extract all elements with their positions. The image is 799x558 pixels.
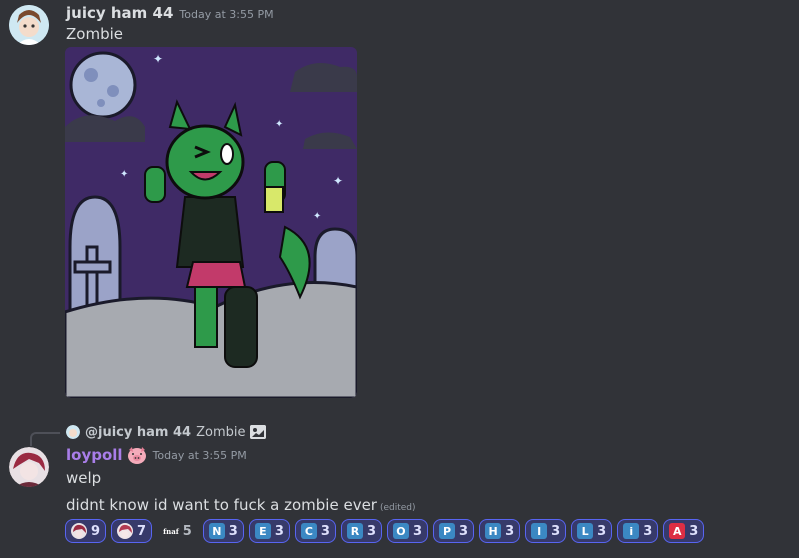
reaction[interactable]: fnaf 5	[157, 519, 198, 543]
avatar-emoji-icon	[117, 523, 134, 539]
reactions-bar: 9 7 fnaf 5 N 3 E 3 C 3 R 3 O 3 P 3 H 3 I…	[65, 519, 705, 543]
username[interactable]: loypoll	[66, 446, 123, 464]
reply-text: Zombie	[196, 424, 246, 440]
regional-indicator-e-icon: E	[254, 523, 271, 539]
reaction[interactable]: R 3	[340, 519, 382, 543]
username[interactable]: juicy ham 44	[66, 4, 173, 22]
reaction-count: 3	[320, 523, 330, 539]
reaction[interactable]: N 3	[202, 519, 244, 543]
reaction[interactable]: P 3	[433, 519, 475, 543]
avatar[interactable]	[9, 447, 49, 487]
reaction[interactable]: H 3	[479, 519, 521, 543]
regional-indicator-n-icon: N	[208, 523, 225, 539]
reaction[interactable]: 9	[65, 519, 107, 543]
reaction-count: 3	[505, 523, 515, 539]
reaction[interactable]: O 3	[386, 519, 429, 543]
reaction[interactable]: E 3	[248, 519, 290, 543]
blood-type-a-icon: A	[669, 523, 686, 539]
reaction-count: 3	[643, 523, 653, 539]
reaction-count: 9	[91, 523, 101, 539]
message-text: Zombie	[66, 25, 123, 43]
svg-text:✦: ✦	[120, 169, 128, 180]
edited-label: (edited)	[379, 503, 416, 513]
reaction-count: 3	[412, 523, 423, 539]
reaction[interactable]: i 3	[617, 519, 659, 543]
message-line: didnt know id want to fuck a zombie ever	[66, 496, 377, 514]
svg-text:✦: ✦	[153, 52, 163, 66]
reaction-count: 3	[366, 523, 376, 539]
image-icon	[250, 425, 267, 439]
reaction[interactable]: L 3	[571, 519, 613, 543]
reaction-count: 5	[182, 523, 192, 539]
reply-avatar	[66, 425, 80, 439]
regional-indicator-c-icon: C	[300, 523, 317, 539]
reaction[interactable]: 7	[111, 519, 153, 543]
pig-face-icon	[127, 446, 147, 464]
reaction-count: 3	[597, 523, 607, 539]
avatar-emoji-icon	[71, 523, 87, 539]
text-emoji-icon: fnaf	[163, 526, 179, 536]
reaction-count: 3	[274, 523, 284, 539]
reaction[interactable]: I 3	[525, 519, 567, 543]
reaction-count: 3	[228, 523, 238, 539]
avatar[interactable]	[9, 5, 49, 45]
svg-text:✦: ✦	[333, 174, 343, 188]
reply-connector	[30, 432, 60, 446]
regional-indicator-o-icon: O	[392, 523, 409, 539]
regional-indicator-p-icon: P	[439, 523, 456, 539]
reaction[interactable]: A 3	[663, 519, 705, 543]
regional-indicator-i-icon: I	[531, 523, 548, 539]
reply-username[interactable]: @juicy ham 44	[85, 425, 191, 440]
reaction-count: 7	[137, 523, 147, 539]
svg-text:✦: ✦	[313, 211, 321, 222]
timestamp[interactable]: Today at 3:55 PM	[179, 8, 273, 21]
information-icon: i	[623, 523, 640, 539]
reaction-count: 3	[689, 523, 699, 539]
reaction[interactable]: C 3	[294, 519, 336, 543]
reply-reference[interactable]: @juicy ham 44 Zombie	[66, 423, 267, 441]
regional-indicator-r-icon: R	[346, 523, 363, 539]
reaction-count: 3	[551, 523, 561, 539]
reaction-count: 3	[459, 523, 469, 539]
svg-text:✦: ✦	[275, 119, 283, 130]
regional-indicator-l-icon: L	[577, 523, 594, 539]
timestamp[interactable]: Today at 3:55 PM	[153, 449, 247, 462]
image-attachment[interactable]: ✦ ✦ ✦ ✦ ✦	[65, 47, 357, 398]
message-line: welp	[66, 469, 102, 487]
regional-indicator-h-icon: H	[485, 523, 502, 539]
message-juicy-ham: juicy ham 44 Today at 3:55 PM Zombie ✦ ✦…	[0, 0, 799, 410]
